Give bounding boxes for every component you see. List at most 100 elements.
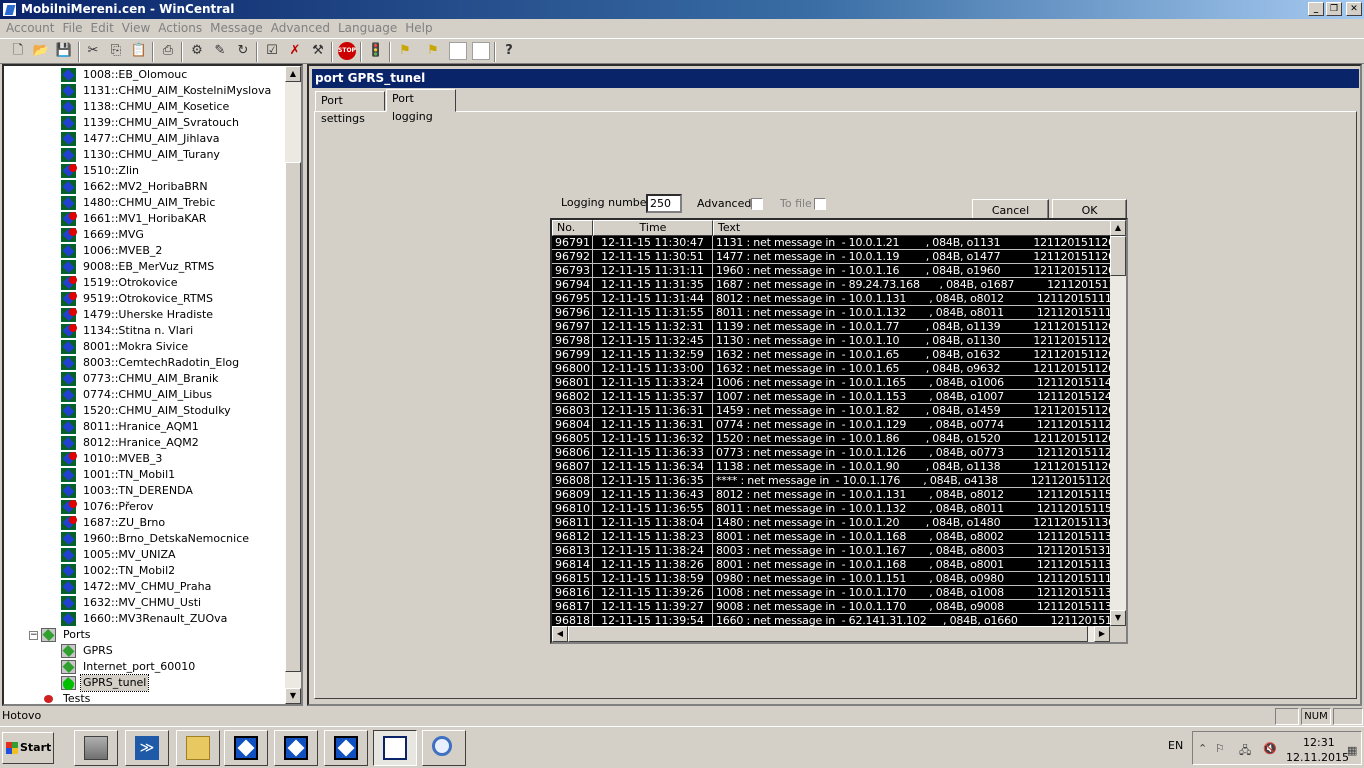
log-row[interactable]: 96809 12-11-15 11:36:43 8012 : net message… — [552, 488, 1110, 502]
volume-muted-icon[interactable]: 🔇 — [1263, 742, 1277, 755]
log-row[interactable]: 96793 12-11-15 11:31:11 1960 : net message… — [552, 264, 1110, 278]
log-row[interactable]: 96808 12-11-15 11:36:35 **** : net message… — [552, 474, 1110, 488]
logging-number-input[interactable] — [646, 194, 682, 213]
scroll-up-button[interactable]: ▲ — [285, 66, 301, 82]
log-hscroll-thumb[interactable] — [568, 626, 1088, 642]
copy-icon[interactable]: ⎘ — [107, 42, 125, 60]
start-button[interactable]: Start — [2, 732, 54, 764]
menu-view[interactable]: View — [118, 20, 154, 37]
traffic-light-icon[interactable]: 🚦 — [367, 42, 385, 60]
yellow-flag-icon[interactable]: ⚑ — [396, 42, 414, 60]
menu-language[interactable]: Language — [334, 20, 401, 37]
log-row[interactable]: 96812 12-11-15 11:38:23 8001 : net message… — [552, 530, 1110, 544]
taskbar-explorer[interactable] — [176, 730, 220, 766]
log-scroll-right-button[interactable]: ▶ — [1094, 626, 1110, 642]
new-icon[interactable]: 🗋 — [9, 42, 27, 60]
log-scroll-down-button[interactable]: ▼ — [1110, 610, 1126, 626]
advanced-checkbox[interactable] — [751, 198, 763, 210]
open-icon[interactable]: 📂 — [32, 42, 50, 60]
log-row[interactable]: 96814 12-11-15 11:38:26 8001 : net message… — [552, 558, 1110, 572]
connect-icon[interactable]: ⚙ — [188, 42, 206, 60]
log-row[interactable]: 96805 12-11-15 11:36:32 1520 : net message… — [552, 432, 1110, 446]
log-row[interactable]: 96795 12-11-15 11:31:44 8012 : net message… — [552, 292, 1110, 306]
scroll-down-button[interactable]: ▼ — [285, 688, 301, 704]
station-tree[interactable]: 1008::EB_Olomouc 1131::CHMU_AIM_KostelniM… — [2, 64, 303, 706]
to-file-checkbox[interactable] — [814, 198, 826, 210]
menu-account[interactable]: Account — [2, 20, 58, 37]
log-row[interactable]: 96813 12-11-15 11:38:24 8003 : net message… — [552, 544, 1110, 558]
log-row[interactable]: 96798 12-11-15 11:32:45 1130 : net message… — [552, 334, 1110, 348]
language-indicator[interactable]: EN — [1168, 739, 1183, 752]
log-horizontal-scrollbar[interactable]: ◀ ▶ — [552, 626, 1110, 642]
log-row[interactable]: 96800 12-11-15 11:33:00 1632 : net message… — [552, 362, 1110, 376]
taskbar-wincentral-2[interactable] — [274, 730, 318, 766]
tools-icon[interactable]: ⚒ — [309, 42, 327, 60]
refresh-icon[interactable]: ↻ — [234, 42, 252, 60]
log-row[interactable]: 96794 12-11-15 11:31:35 1687 : net message… — [552, 278, 1110, 292]
log-row[interactable]: 96804 12-11-15 11:36:31 0774 : net message… — [552, 418, 1110, 432]
close-button[interactable]: ✕ — [1346, 2, 1362, 16]
log-row[interactable]: 96799 12-11-15 11:32:59 1632 : net message… — [552, 348, 1110, 362]
delete-icon[interactable]: ✗ — [286, 42, 304, 60]
menu-advanced[interactable]: Advanced — [267, 20, 334, 37]
scroll-thumb[interactable] — [285, 162, 301, 672]
log-row[interactable]: 96801 12-11-15 11:33:24 1006 : net message… — [552, 376, 1110, 390]
log-scroll-thumb[interactable] — [1110, 236, 1126, 276]
taskbar-wincentral-3[interactable] — [324, 730, 368, 766]
show-hidden-icons-icon[interactable]: ⌃ — [1198, 742, 1207, 755]
log-row[interactable]: 96811 12-11-15 11:38:04 1480 : net message… — [552, 516, 1110, 530]
tree-scrollbar[interactable]: ▲ ▼ — [285, 66, 301, 704]
taskbar-powershell[interactable]: ≫ — [125, 730, 169, 766]
log-row[interactable]: 96796 12-11-15 11:31:55 8011 : net message… — [552, 306, 1110, 320]
log-row[interactable]: 96802 12-11-15 11:35:37 1007 : net message… — [552, 390, 1110, 404]
restore-button[interactable]: ❐ — [1326, 2, 1342, 16]
stop-icon[interactable]: STOP — [338, 42, 356, 60]
log-row[interactable]: 96815 12-11-15 11:38:59 0980 : net message… — [552, 572, 1110, 586]
log-table[interactable]: No. Time Text 96791 12-11-15 11:30:47 1131… — [550, 218, 1128, 644]
log-row[interactable]: 96810 12-11-15 11:36:55 8011 : net message… — [552, 502, 1110, 516]
network-icon[interactable]: 🖧 — [1239, 742, 1251, 761]
log-row[interactable]: 96817 12-11-15 11:39:27 9008 : net message… — [552, 600, 1110, 614]
yellow-flag2-icon[interactable]: ⚑ — [424, 42, 442, 60]
menu-help[interactable]: Help — [401, 20, 436, 37]
log-scroll-up-button[interactable]: ▲ — [1110, 220, 1126, 236]
notification-icon[interactable]: ▦ — [1347, 744, 1357, 757]
taskbar-wincentral-1[interactable] — [224, 730, 268, 766]
log-row[interactable]: 96818 12-11-15 11:39:54 1660 : net message… — [552, 614, 1110, 626]
column-header-time[interactable]: Time — [593, 220, 713, 236]
collapse-icon[interactable]: − — [29, 631, 38, 640]
taskbar-search[interactable] — [422, 730, 466, 766]
save-icon[interactable]: 💾 — [55, 42, 73, 60]
column-header-no[interactable]: No. — [552, 220, 593, 236]
cut-icon[interactable]: ✂ — [84, 42, 102, 60]
log-row[interactable]: 96816 12-11-15 11:39:26 1008 : net message… — [552, 586, 1110, 600]
print-icon[interactable]: ⎙ — [159, 42, 177, 60]
log-row[interactable]: 96792 12-11-15 11:30:51 1477 : net message… — [552, 250, 1110, 264]
help-icon[interactable]: ? — [500, 42, 518, 60]
log-row[interactable]: 96791 12-11-15 11:30:47 1131 : net message… — [552, 236, 1110, 250]
blank-icon[interactable] — [449, 42, 467, 60]
clock-time[interactable]: 12:31 — [1303, 736, 1335, 749]
taskbar-server-manager[interactable] — [74, 730, 118, 766]
menu-message[interactable]: Message — [206, 20, 267, 37]
log-row[interactable]: 96807 12-11-15 11:36:34 1138 : net message… — [552, 460, 1110, 474]
taskbar-window-active[interactable] — [373, 730, 417, 766]
log-row[interactable]: 96806 12-11-15 11:36:33 0773 : net message… — [552, 446, 1110, 460]
paste-icon[interactable]: 📋 — [130, 42, 148, 60]
log-row[interactable]: 96797 12-11-15 11:32:31 1139 : net message… — [552, 320, 1110, 334]
menu-edit[interactable]: Edit — [87, 20, 118, 37]
column-header-text[interactable]: Text — [713, 220, 1126, 236]
tab-port-logging[interactable]: Port logging — [386, 89, 456, 123]
log-row[interactable]: 96803 12-11-15 11:36:31 1459 : net message… — [552, 404, 1110, 418]
edit-script-icon[interactable]: ✎ — [211, 42, 229, 60]
check-icon[interactable]: ☑ — [263, 42, 281, 60]
log-vertical-scrollbar[interactable]: ▲ ▼ — [1110, 220, 1126, 626]
flag-icon[interactable]: ⚐ — [1215, 742, 1225, 755]
menu-actions[interactable]: Actions — [154, 20, 206, 37]
tab-port-settings[interactable]: Port settings — [315, 91, 385, 125]
clock-date[interactable]: 12.11.2015 — [1286, 751, 1349, 764]
blank2-icon[interactable] — [472, 42, 490, 60]
log-scroll-left-button[interactable]: ◀ — [552, 626, 568, 642]
minimize-button[interactable]: _ — [1308, 2, 1324, 16]
menu-file[interactable]: File — [58, 20, 86, 37]
